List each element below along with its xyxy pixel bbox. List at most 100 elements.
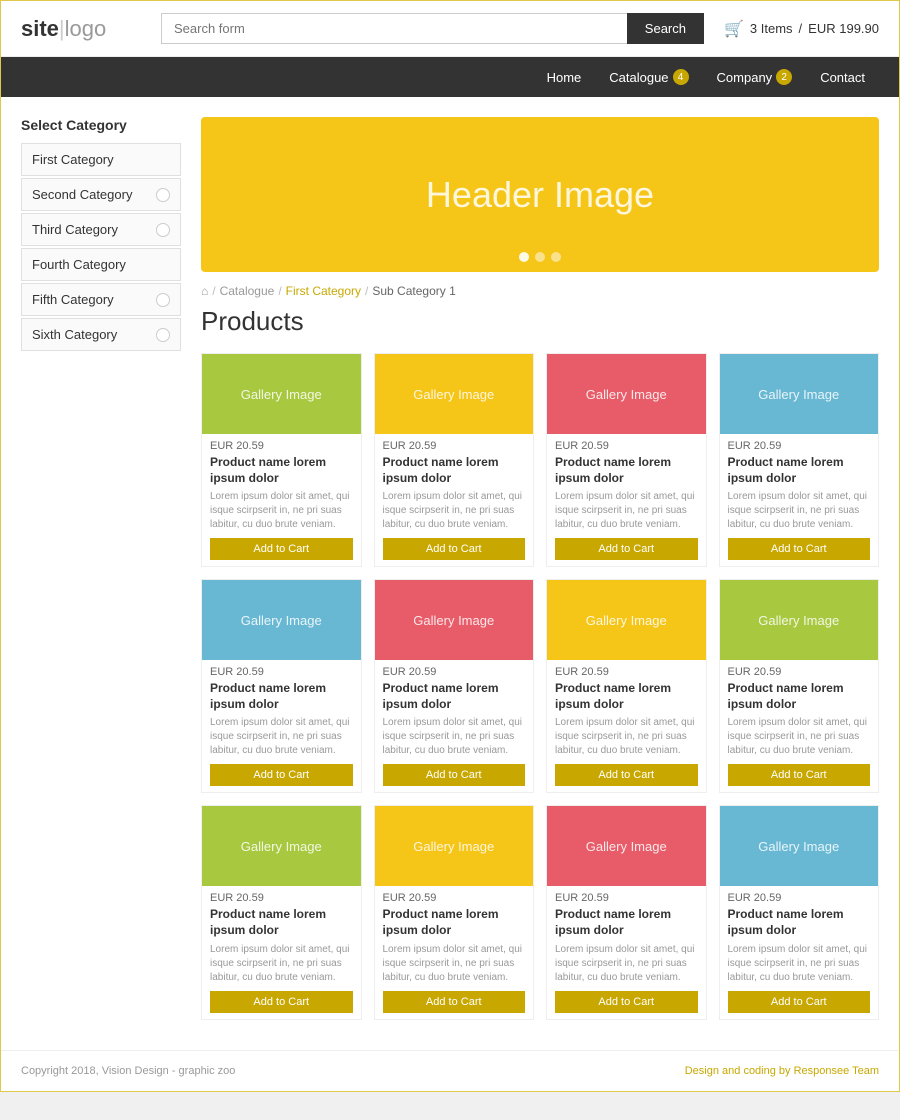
product-body: EUR 20.59 Product name lorem ipsum dolor… xyxy=(720,660,879,792)
search-input[interactable] xyxy=(161,13,627,44)
add-to-cart-button[interactable]: Add to Cart xyxy=(555,764,698,786)
product-image: Gallery Image xyxy=(720,806,879,886)
sidebar-item-label: Fourth Category xyxy=(32,257,126,272)
product-card: Gallery Image EUR 20.59 Product name lor… xyxy=(546,805,707,1019)
add-to-cart-button[interactable]: Add to Cart xyxy=(383,538,526,560)
sidebar-radio-sixth[interactable] xyxy=(156,328,170,342)
product-name: Product name lorem ipsum dolor xyxy=(555,455,698,486)
product-grid: Gallery Image EUR 20.59 Product name lor… xyxy=(201,353,879,1020)
sidebar-item-sixth[interactable]: Sixth Category xyxy=(21,318,181,351)
site-logo: site|logo xyxy=(21,16,141,42)
banner-dot-3[interactable] xyxy=(551,252,561,262)
product-name: Product name lorem ipsum dolor xyxy=(728,455,871,486)
gallery-image-label: Gallery Image xyxy=(413,387,494,402)
product-image: Gallery Image xyxy=(202,354,361,434)
sidebar-item-third[interactable]: Third Category xyxy=(21,213,181,246)
add-to-cart-button[interactable]: Add to Cart xyxy=(210,991,353,1013)
banner-dot-1[interactable] xyxy=(519,252,529,262)
product-desc: Lorem ipsum dolor sit amet, qui isque sc… xyxy=(383,943,526,985)
banner-dots xyxy=(519,252,561,262)
breadcrumb-catalogue[interactable]: Catalogue xyxy=(220,284,275,298)
product-card: Gallery Image EUR 20.59 Product name lor… xyxy=(201,579,362,793)
sidebar-radio-second[interactable] xyxy=(156,188,170,202)
product-image: Gallery Image xyxy=(720,354,879,434)
product-image: Gallery Image xyxy=(375,354,534,434)
sidebar-item-second[interactable]: Second Category xyxy=(21,178,181,211)
sidebar-radio-third[interactable] xyxy=(156,223,170,237)
product-image: Gallery Image xyxy=(202,806,361,886)
sidebar-radio-fifth[interactable] xyxy=(156,293,170,307)
gallery-image-label: Gallery Image xyxy=(586,839,667,854)
logo-text: site xyxy=(21,16,59,41)
nav-item-company[interactable]: Company 2 xyxy=(703,57,807,97)
sidebar-item-label: First Category xyxy=(32,152,114,167)
product-desc: Lorem ipsum dolor sit amet, qui isque sc… xyxy=(728,716,871,758)
product-desc: Lorem ipsum dolor sit amet, qui isque sc… xyxy=(210,943,353,985)
gallery-image-label: Gallery Image xyxy=(413,839,494,854)
site-nav: Home Catalogue 4 Company 2 Contact xyxy=(1,57,899,97)
product-desc: Lorem ipsum dolor sit amet, qui isque sc… xyxy=(555,943,698,985)
add-to-cart-button[interactable]: Add to Cart xyxy=(728,764,871,786)
add-to-cart-button[interactable]: Add to Cart xyxy=(383,764,526,786)
product-card: Gallery Image EUR 20.59 Product name lor… xyxy=(374,805,535,1019)
sidebar-item-label: Third Category xyxy=(32,222,118,237)
product-body: EUR 20.59 Product name lorem ipsum dolor… xyxy=(720,434,879,566)
product-name: Product name lorem ipsum dolor xyxy=(728,681,871,712)
banner-dot-2[interactable] xyxy=(535,252,545,262)
sidebar-item-first[interactable]: First Category xyxy=(21,143,181,176)
product-body: EUR 20.59 Product name lorem ipsum dolor… xyxy=(720,886,879,1018)
gallery-image-label: Gallery Image xyxy=(758,613,839,628)
nav-badge-company: 2 xyxy=(776,69,792,85)
product-name: Product name lorem ipsum dolor xyxy=(728,907,871,938)
sidebar-item-fifth[interactable]: Fifth Category xyxy=(21,283,181,316)
add-to-cart-button[interactable]: Add to Cart xyxy=(210,538,353,560)
product-price: EUR 20.59 xyxy=(728,892,871,904)
gallery-image-label: Gallery Image xyxy=(241,839,322,854)
product-price: EUR 20.59 xyxy=(383,892,526,904)
nav-item-home[interactable]: Home xyxy=(533,57,596,97)
gallery-image-label: Gallery Image xyxy=(241,613,322,628)
add-to-cart-button[interactable]: Add to Cart xyxy=(728,538,871,560)
product-image: Gallery Image xyxy=(547,354,706,434)
site-header: site|logo Search 🛒 3 Items / EUR 199.90 xyxy=(1,1,899,57)
products-heading: Products xyxy=(201,306,879,337)
product-body: EUR 20.59 Product name lorem ipsum dolor… xyxy=(547,886,706,1018)
product-price: EUR 20.59 xyxy=(210,440,353,452)
add-to-cart-button[interactable]: Add to Cart xyxy=(555,991,698,1013)
add-to-cart-button[interactable]: Add to Cart xyxy=(210,764,353,786)
sidebar-item-fourth[interactable]: Fourth Category xyxy=(21,248,181,281)
product-body: EUR 20.59 Product name lorem ipsum dolor… xyxy=(202,660,361,792)
add-to-cart-button[interactable]: Add to Cart xyxy=(728,991,871,1013)
search-area: Search xyxy=(161,13,704,44)
nav-item-contact[interactable]: Contact xyxy=(806,57,879,97)
breadcrumb-home[interactable]: ⌂ xyxy=(201,284,208,298)
product-price: EUR 20.59 xyxy=(555,666,698,678)
cart-icon: 🛒 xyxy=(724,19,744,39)
banner-text: Header Image xyxy=(426,174,654,216)
product-card: Gallery Image EUR 20.59 Product name lor… xyxy=(201,805,362,1019)
add-to-cart-button[interactable]: Add to Cart xyxy=(555,538,698,560)
cart-items: 3 Items xyxy=(750,21,793,36)
sidebar: Select Category First Category Second Ca… xyxy=(21,117,181,1020)
breadcrumb-first-category[interactable]: First Category xyxy=(286,284,361,298)
product-body: EUR 20.59 Product name lorem ipsum dolor… xyxy=(547,434,706,566)
content-area: Header Image ⌂ / Catalogue / First Categ… xyxy=(201,117,879,1020)
product-image: Gallery Image xyxy=(547,806,706,886)
breadcrumb-sep2: / xyxy=(278,284,281,298)
product-body: EUR 20.59 Product name lorem ipsum dolor… xyxy=(375,434,534,566)
sidebar-title: Select Category xyxy=(21,117,181,133)
main-layout: Select Category First Category Second Ca… xyxy=(1,97,899,1040)
gallery-image-label: Gallery Image xyxy=(241,387,322,402)
product-body: EUR 20.59 Product name lorem ipsum dolor… xyxy=(375,660,534,792)
gallery-image-label: Gallery Image xyxy=(586,387,667,402)
product-desc: Lorem ipsum dolor sit amet, qui isque sc… xyxy=(555,716,698,758)
product-card: Gallery Image EUR 20.59 Product name lor… xyxy=(719,353,880,567)
add-to-cart-button[interactable]: Add to Cart xyxy=(383,991,526,1013)
nav-item-catalogue[interactable]: Catalogue 4 xyxy=(595,57,702,97)
sidebar-item-label: Second Category xyxy=(32,187,132,202)
product-price: EUR 20.59 xyxy=(383,440,526,452)
product-price: EUR 20.59 xyxy=(210,666,353,678)
product-desc: Lorem ipsum dolor sit amet, qui isque sc… xyxy=(555,490,698,532)
search-button[interactable]: Search xyxy=(627,13,704,44)
cart-info: 🛒 3 Items / EUR 199.90 xyxy=(724,19,879,39)
